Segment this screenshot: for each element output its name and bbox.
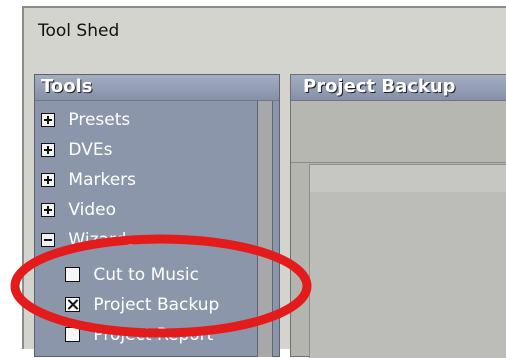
checked-checkbox-icon[interactable] xyxy=(65,297,80,312)
tree-item-label: Video xyxy=(68,200,117,220)
tools-panel: Tools Presets DVEs Markers Video Wizards… xyxy=(34,74,280,357)
wizard-item-label: Cut to Music xyxy=(93,265,199,285)
tool-shed-window: Tool Shed Tools Presets DVEs Markers Vid… xyxy=(22,6,506,358)
tree-item-label: Wizards xyxy=(68,230,136,250)
expand-icon[interactable] xyxy=(41,113,55,127)
tree-item-markers[interactable]: Markers xyxy=(41,166,136,194)
tree-item-label: Presets xyxy=(68,110,131,130)
expand-icon[interactable] xyxy=(41,173,55,187)
tools-scrollbar[interactable] xyxy=(257,101,273,357)
wizard-item-label: Project Backup xyxy=(93,295,220,315)
tree-item-dves[interactable]: DVEs xyxy=(41,136,112,164)
window-title: Tool Shed xyxy=(38,21,120,41)
checkbox-icon[interactable] xyxy=(65,267,80,282)
expand-icon[interactable] xyxy=(41,203,55,217)
wizard-item-label: Project Report xyxy=(93,325,214,345)
expand-icon[interactable] xyxy=(41,143,55,157)
collapse-icon[interactable] xyxy=(41,233,55,247)
wizard-cut-to-music[interactable]: Cut to Music xyxy=(65,260,199,290)
tree-item-wizards[interactable]: Wizards xyxy=(41,226,135,254)
tools-panel-header: Tools xyxy=(35,75,279,101)
tree-item-label: DVEs xyxy=(68,140,113,160)
project-backup-header: Project Backup xyxy=(291,75,506,101)
panel-content-area xyxy=(309,192,506,358)
checkbox-icon[interactable] xyxy=(65,327,80,342)
panel-toolbar xyxy=(309,164,506,192)
wizard-project-report[interactable]: Project Report xyxy=(65,320,213,350)
tree-item-presets[interactable]: Presets xyxy=(41,106,130,134)
tree-item-label: Markers xyxy=(68,170,137,190)
tree-item-video[interactable]: Video xyxy=(41,196,116,224)
panel-top-area xyxy=(291,101,506,163)
project-backup-panel: Project Backup xyxy=(290,74,506,358)
wizard-project-backup[interactable]: Project Backup xyxy=(65,290,219,320)
